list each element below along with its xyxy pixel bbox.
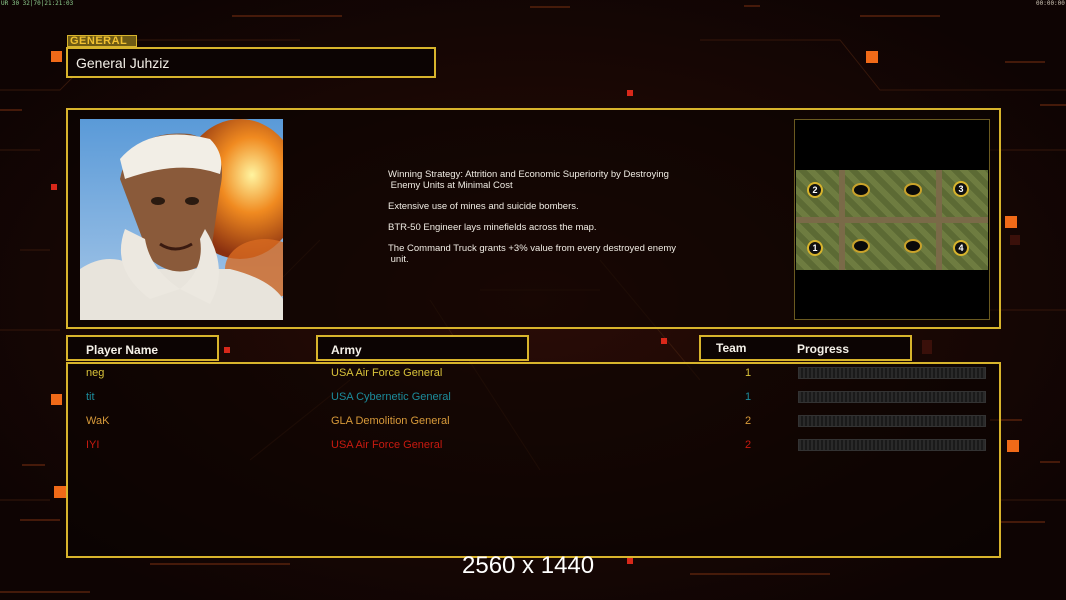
player-team: 2 [745, 415, 752, 427]
player-army: USA Cybernetic General [331, 391, 451, 403]
map-resource [852, 239, 870, 253]
player-army: USA Air Force General [331, 439, 443, 451]
progress-bar [798, 391, 986, 403]
player-team: 1 [745, 367, 752, 379]
map-terrain: 2 3 1 4 [796, 170, 988, 270]
general-name: General Juhziz [76, 55, 170, 71]
progress-bar [798, 439, 986, 451]
progress-bar [798, 367, 986, 379]
map-road [839, 170, 845, 270]
map-start-4: 4 [953, 240, 969, 256]
player-team: 1 [745, 391, 752, 403]
map-resource [904, 183, 922, 197]
player-army: USA Air Force General [331, 367, 443, 379]
general-description: Winning Strategy: Attrition and Economic… [388, 169, 718, 275]
header-army: Army [316, 335, 529, 361]
header-team-label: Team [716, 341, 747, 355]
player-army: GLA Demolition General [331, 415, 450, 427]
player-team: 2 [745, 439, 752, 451]
map-start-1: 1 [807, 240, 823, 256]
header-progress-label: Progress [797, 342, 850, 356]
header-player-name-label: Player Name [86, 343, 159, 357]
clock-readout: 00:00:00 [1036, 0, 1065, 7]
header-player-name: Player Name [66, 335, 219, 361]
map-start-3: 3 [953, 181, 969, 197]
player-name: tit [86, 391, 95, 403]
general-portrait [80, 119, 283, 320]
resolution-label: 2560 x 1440 [462, 552, 595, 579]
map-road [936, 170, 942, 270]
map-resource [904, 239, 922, 253]
description-line: Winning Strategy: Attrition and Economic… [388, 169, 669, 191]
description-line: BTR-50 Engineer lays minefields across t… [388, 222, 597, 233]
description-line: The Command Truck grants +3% value from … [388, 243, 677, 265]
status-readout: UR 30 32|70|21:21:03 [1, 0, 74, 7]
description-line: Extensive use of mines and suicide bombe… [388, 201, 579, 212]
map-start-2: 2 [807, 182, 823, 198]
player-name: neg [86, 367, 105, 379]
general-name-box: General Juhziz [66, 47, 436, 78]
map-road [796, 217, 988, 223]
header-team-progress: Team Progress [699, 335, 912, 361]
player-name: WaK [86, 415, 110, 427]
map-preview: 2 3 1 4 [794, 119, 990, 320]
player-name: IYI [86, 439, 100, 451]
section-tab-general: GENERAL [67, 35, 137, 47]
map-resource [852, 183, 870, 197]
progress-bar [798, 415, 986, 427]
header-army-label: Army [331, 343, 362, 357]
